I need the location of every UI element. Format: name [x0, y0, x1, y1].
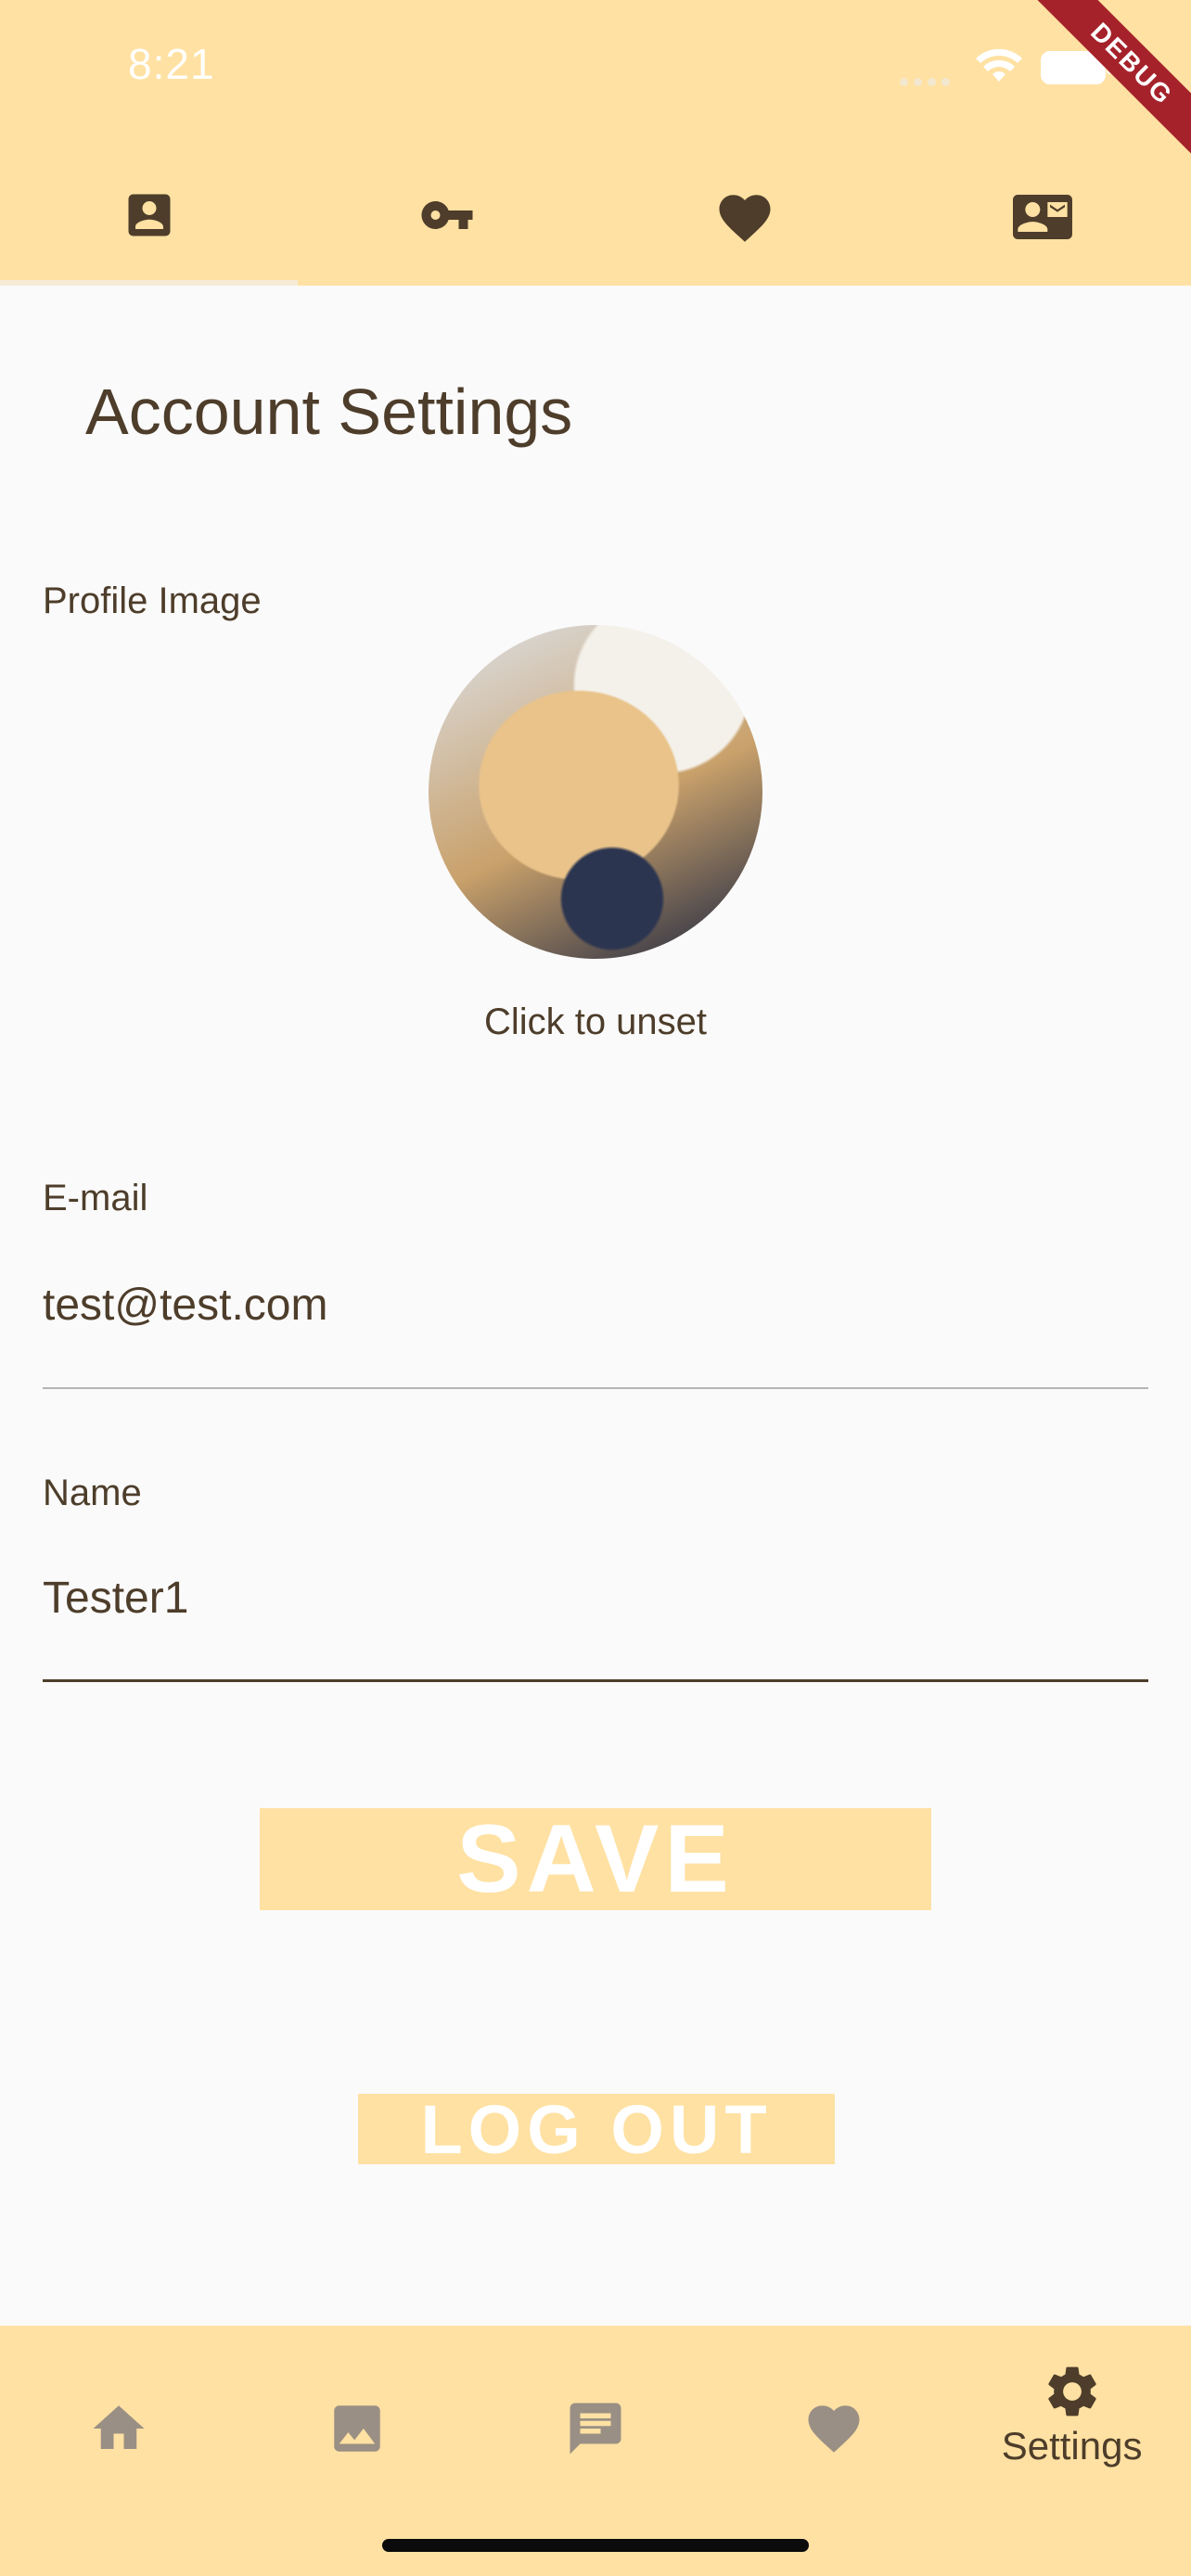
- profile-avatar[interactable]: [429, 625, 762, 959]
- email-field[interactable]: test@test.com: [43, 1280, 327, 1331]
- tab-password[interactable]: [298, 176, 596, 286]
- top-app-bar: 8:21 DEBUG: [0, 0, 1191, 286]
- name-field[interactable]: Tester1: [43, 1573, 188, 1624]
- settings-icon: [1047, 2366, 1096, 2417]
- home-indicator: [382, 2539, 809, 2552]
- tab-indicator: [0, 280, 298, 286]
- home-icon: [93, 2405, 145, 2449]
- logout-button[interactable]: LOG OUT: [358, 2094, 835, 2166]
- top-tab-bar: [0, 176, 1191, 286]
- name-label: Name: [43, 1473, 142, 1513]
- heart-icon: [719, 195, 770, 242]
- status-time: 8:21: [128, 40, 215, 88]
- tab-account[interactable]: [0, 176, 298, 286]
- chat-icon: [570, 2403, 621, 2455]
- nav-item-settings[interactable]: Settings: [953, 2326, 1191, 2576]
- wifi-icon: [974, 46, 1024, 88]
- tab-favorites[interactable]: [596, 176, 893, 286]
- contact-mail-icon: [1012, 195, 1072, 239]
- profile-image-label: Profile Image: [43, 580, 262, 621]
- account-box-icon: [128, 194, 170, 236]
- email-underline: [43, 1387, 1148, 1389]
- heart-icon: [808, 2405, 860, 2453]
- name-underline: [43, 1679, 1148, 1682]
- nav-item-home[interactable]: [0, 2326, 238, 2576]
- image-icon: [334, 2405, 380, 2452]
- tab-contact[interactable]: [893, 176, 1191, 286]
- email-label: E-mail: [43, 1178, 148, 1218]
- signal-icon: [900, 74, 955, 91]
- key-icon: [420, 200, 472, 229]
- unset-image-link[interactable]: Click to unset: [0, 1001, 1191, 1043]
- page-title: Account Settings: [85, 376, 573, 448]
- save-button[interactable]: SAVE: [260, 1808, 931, 1910]
- nav-label-settings: Settings: [1001, 2424, 1143, 2468]
